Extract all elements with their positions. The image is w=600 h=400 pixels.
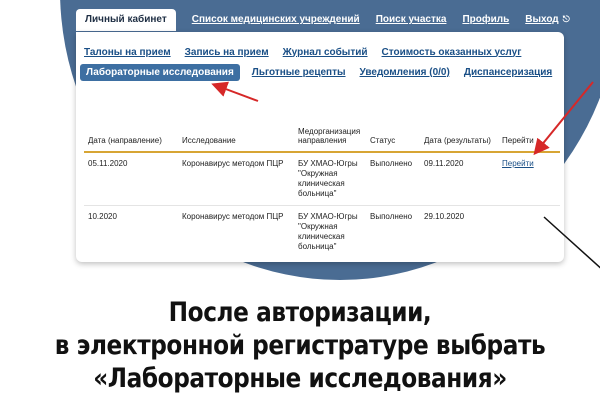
caption-line-3: «Лабораторные исследования» — [93, 363, 507, 394]
table-header-row: Дата (направление) Исследование Медорган… — [84, 124, 560, 152]
subnav-prescriptions[interactable]: Льготные рецепты — [252, 67, 346, 78]
cell-date-direction: 05.11.2020 — [88, 159, 128, 168]
cell-date-results: 09.11.2020 — [424, 159, 464, 168]
link-find-district[interactable]: Поиск участка — [376, 14, 447, 31]
subnav-tickets[interactable]: Талоны на прием — [84, 47, 171, 58]
goto-link[interactable]: Перейти — [502, 159, 534, 168]
cell-goto — [498, 206, 560, 259]
cabinet-panel: Талоны на прием Запись на прием Журнал с… — [76, 32, 564, 262]
subnav-appointment[interactable]: Запись на прием — [185, 47, 269, 58]
cell-goto: Перейти — [498, 152, 560, 206]
cell-organization: БУ ХМАО-Югры "Окружная клиническая больн… — [298, 159, 358, 198]
caption-line-1: После авторизации, — [168, 297, 432, 328]
col-header-status: Статус — [370, 136, 396, 145]
cell-study: Коронавирус методом ПЦР — [182, 159, 284, 168]
caption-line-2: в электронной регистратуре выбрать — [54, 330, 546, 361]
exit-icon: ⎋ — [562, 14, 570, 24]
subnav-dispensary[interactable]: Диспансеризация — [464, 67, 552, 78]
lab-results-table: Дата (направление) Исследование Медорган… — [84, 124, 560, 258]
subnav-row-2: Лабораторные исследования Льготные рецеп… — [80, 62, 554, 82]
link-medical-institutions[interactable]: Список медицинских учреждений — [192, 14, 360, 31]
cell-date-direction: 10.2020 — [88, 212, 117, 221]
screenshot-stage: Личный кабинет Список медицинских учрежд… — [0, 0, 600, 400]
col-header-date-direction: Дата (направление) — [88, 136, 162, 145]
subnav-notifications[interactable]: Уведомления (0/0) — [360, 67, 450, 78]
cell-status: Выполнено — [370, 159, 413, 168]
cell-date-results: 29.10.2020 — [424, 212, 465, 221]
instruction-caption: После авторизации, в электронной регистр… — [42, 296, 558, 395]
subnav-services-cost[interactable]: Стоимость оказанных услуг — [382, 47, 522, 58]
cell-organization: БУ ХМАО-Югры "Окружная клиническая больн… — [298, 212, 358, 251]
table-row: 05.11.2020 Коронавирус методом ПЦР БУ ХМ… — [84, 152, 560, 206]
sub-navigation: Талоны на прием Запись на прием Журнал с… — [80, 42, 554, 82]
link-profile[interactable]: Профиль — [462, 14, 509, 31]
cell-status: Выполнено — [370, 212, 413, 221]
col-header-study: Исследование — [182, 136, 236, 145]
col-header-date-results: Дата (результаты) — [424, 136, 491, 145]
cell-study: Коронавирус методом ПЦР — [182, 212, 284, 221]
col-header-goto: Перейти — [502, 136, 534, 145]
table-row: 10.2020 Коронавирус методом ПЦР БУ ХМАО-… — [84, 205, 560, 259]
subnav-event-log[interactable]: Журнал событий — [283, 47, 368, 58]
top-navigation: Личный кабинет Список медицинских учрежд… — [76, 9, 570, 31]
link-exit[interactable]: Выход ⎋ — [525, 14, 570, 31]
subnav-row-1: Талоны на прием Запись на прием Журнал с… — [84, 42, 554, 62]
exit-label: Выход — [525, 14, 559, 25]
subnav-lab-tests[interactable]: Лабораторные исследования — [80, 63, 240, 81]
tab-personal-cabinet[interactable]: Личный кабинет — [76, 9, 176, 31]
col-header-organization: Медорганизация направления — [298, 127, 361, 145]
